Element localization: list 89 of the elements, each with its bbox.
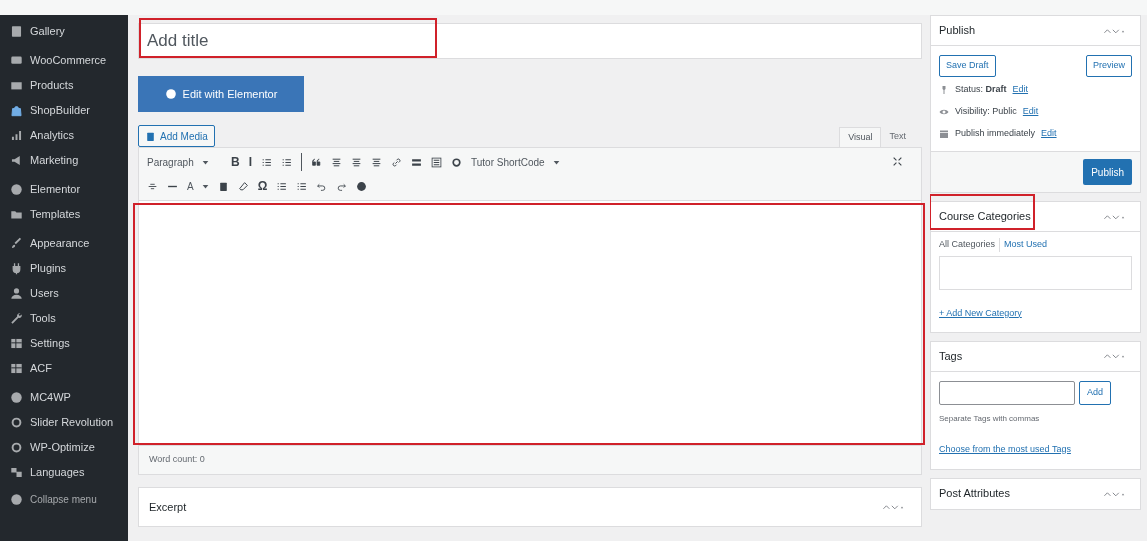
sidebar-item[interactable]: Marketing (0, 148, 128, 173)
ring-icon[interactable] (451, 156, 462, 168)
edit-link[interactable]: Edit (1041, 127, 1057, 141)
collapse-menu-button[interactable]: Collapse menu (0, 487, 128, 512)
fullscreen-icon[interactable] (892, 156, 903, 167)
add-tag-button[interactable]: Add (1079, 380, 1111, 405)
status-text: Visibility: Public (955, 105, 1017, 119)
sidebar-item[interactable]: Plugins (0, 256, 128, 281)
sidebar-item[interactable]: Analytics (0, 123, 128, 148)
align-icon[interactable] (351, 156, 362, 168)
panel-title: Tags (939, 348, 963, 364)
add-category-link[interactable]: + Add New Category (939, 307, 1022, 318)
tag-input-field[interactable] (939, 380, 1075, 405)
sidebar-item[interactable]: Languages (0, 460, 128, 485)
dropdown-button[interactable]: Paragraph (147, 154, 222, 170)
most-used-tags-link[interactable]: Choose from the most used Tags (939, 443, 1071, 454)
toolbar-toggle-icon[interactable] (431, 156, 442, 168)
title-field[interactable]: Add title (139, 24, 921, 58)
list-icon[interactable] (261, 156, 272, 168)
dropdown-button[interactable]: Tutor ShortCode (471, 154, 560, 170)
align-icon[interactable] (371, 156, 382, 168)
caret-icon (201, 158, 209, 166)
panel-title: Publish (939, 23, 976, 39)
sidebar-item[interactable]: ACF (0, 356, 128, 381)
panel-title: Course Categories (939, 209, 1031, 225)
sidebar-item[interactable]: WP-Optimize (0, 435, 128, 460)
user-icon (10, 287, 23, 300)
megaphone-icon (10, 154, 23, 167)
sidebar-item[interactable]: Templates (0, 202, 128, 227)
align-icon[interactable] (331, 156, 342, 168)
grid-icon (10, 337, 23, 350)
brush-icon (10, 237, 23, 250)
format-button[interactable]: Ω (257, 177, 268, 195)
caret-icon (552, 158, 560, 166)
shopping-bag-icon (10, 104, 23, 117)
list-icon[interactable] (276, 180, 288, 192)
ring-icon (10, 416, 23, 429)
elementor-button[interactable]: Edit with Elementor (138, 76, 304, 112)
sidebar-item[interactable]: Tools (0, 306, 128, 331)
publish-button[interactable]: Publish (1083, 159, 1132, 185)
eye-icon (939, 107, 949, 117)
calendar-icon (939, 129, 949, 139)
eraser-icon[interactable] (237, 180, 249, 192)
sidebar-item[interactable]: WooCommerce (0, 48, 128, 73)
grid-icon (10, 362, 23, 375)
circle-icon (10, 493, 23, 506)
add-media-button[interactable]: Add Media (138, 125, 215, 147)
wrench-icon (10, 312, 23, 325)
sidebar-item[interactable]: Gallery (0, 19, 128, 44)
word-count: Word count: 0 (149, 453, 205, 467)
circle-icon (164, 88, 177, 100)
circle-icon (10, 183, 23, 196)
folder-icon (10, 208, 23, 221)
edit-link[interactable]: Edit (1022, 105, 1039, 119)
read-more-icon[interactable] (411, 156, 422, 168)
list-icon[interactable] (296, 180, 308, 192)
hint-text: Separate Tags with commas (938, 412, 1041, 425)
editor-tab[interactable]: Visual (839, 127, 882, 147)
dropdown-button[interactable]: A (187, 178, 209, 194)
plugin-icon (10, 262, 23, 275)
bar-chart-icon (10, 129, 23, 142)
edit-link[interactable]: Edit (1012, 83, 1029, 97)
quote-icon[interactable] (311, 156, 322, 168)
sidebar-item[interactable]: ShopBuilder (0, 98, 128, 123)
sidebar-item[interactable]: MC4WP (0, 385, 128, 410)
panel-title: Excerpt (149, 499, 187, 515)
preview-button[interactable]: Preview (1086, 55, 1132, 77)
category-tab[interactable]: Most Used (1004, 238, 1052, 252)
gallery-icon (10, 25, 23, 38)
status-text: Status: Draft (955, 83, 1007, 97)
sidebar-item[interactable]: Products (0, 73, 128, 98)
sidebar-item[interactable]: Appearance (0, 231, 128, 256)
save-draft-button[interactable]: Save Draft (939, 55, 996, 77)
link-icon[interactable] (391, 156, 402, 168)
category-tab[interactable]: All Categories (939, 238, 1001, 252)
sidebar-item[interactable]: Elementor (0, 177, 128, 202)
panel-title: Post Attributes (939, 486, 1010, 502)
caret-icon (201, 182, 209, 190)
sidebar-item[interactable]: Settings (0, 331, 128, 356)
format-button[interactable]: B (231, 153, 240, 171)
format-button[interactable]: I (248, 153, 252, 171)
status-text: Publish immediately (955, 127, 1036, 141)
ring-icon (10, 441, 23, 454)
sidebar-item[interactable]: Slider Revolution (0, 410, 128, 435)
sidebar-item[interactable]: Users (0, 281, 128, 306)
translate-icon (10, 466, 23, 479)
editor-tab[interactable]: Text (881, 127, 914, 147)
circle-icon (10, 391, 23, 404)
list-icon[interactable] (281, 156, 292, 168)
